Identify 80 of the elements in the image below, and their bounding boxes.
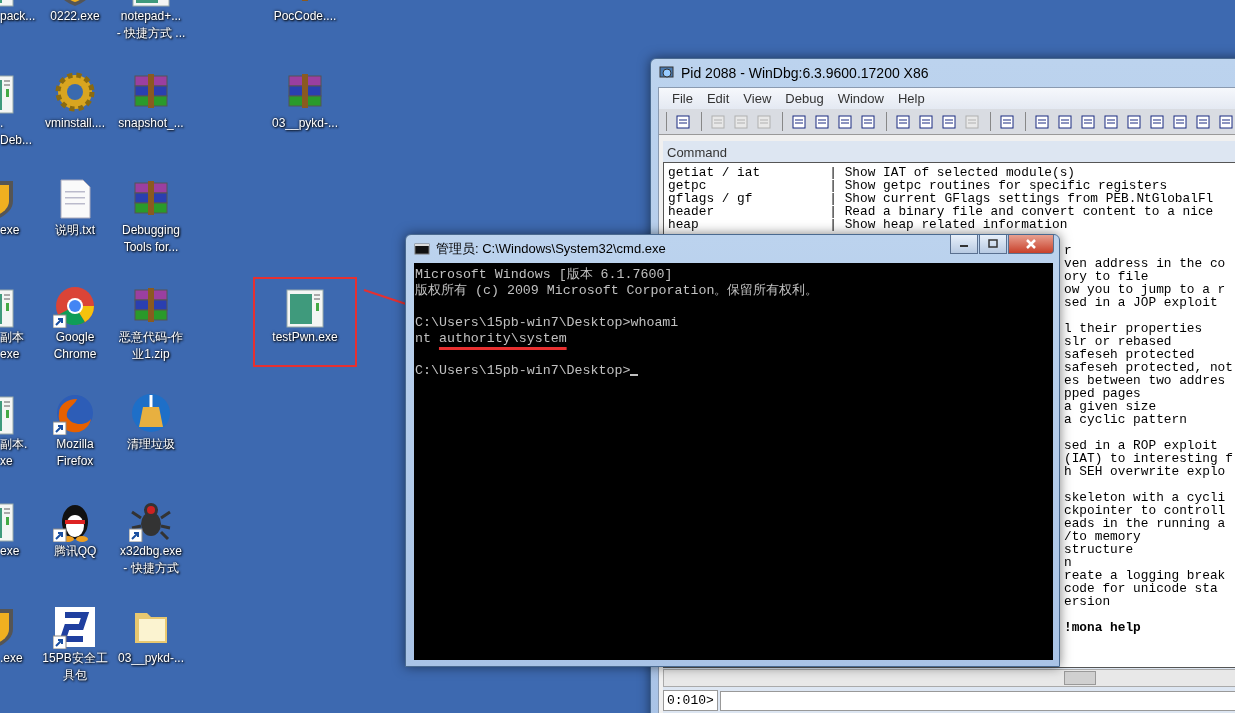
output-line: ersion xyxy=(1064,594,1111,609)
console-line: nt authority\system xyxy=(415,331,567,347)
menu-item[interactable]: Debug xyxy=(778,91,831,106)
desktop-icon-label[interactable]: 恶意代码-作 xyxy=(119,329,183,346)
desktop-icon-label[interactable]: Deb... xyxy=(0,132,32,149)
desktop-icon-label[interactable]: testPwn.exe xyxy=(272,329,338,346)
desktop-icon-label[interactable]: 具包 xyxy=(63,667,87,684)
desktop-icon-label[interactable]: 03__pykd-... xyxy=(117,650,184,667)
console-line: 版权所有 (c) 2009 Microsoft Corporation。保留所有权利。 xyxy=(415,283,819,299)
desktop-icon-label[interactable]: snapshot_... xyxy=(118,115,184,132)
desktop-icon-label[interactable]: . xyxy=(0,115,4,132)
console-line: C:\Users\15pb-win7\Desktop>whoami xyxy=(415,315,679,331)
menu-item[interactable]: File xyxy=(665,91,700,106)
output-line: ven address in the co xyxy=(1064,256,1226,271)
desktop-icon-label[interactable]: 清理垃圾 xyxy=(127,436,175,453)
output-line: reate a logging break xyxy=(1064,568,1226,583)
desktop-icon-label[interactable]: 说明.txt xyxy=(55,222,95,239)
output-line: (IAT) to interesting f xyxy=(1064,451,1233,466)
output-line: gflags / gf | Show current GFlags settings from PEB.NtGlobalFl xyxy=(668,191,1214,206)
output-line: n xyxy=(1064,555,1072,570)
desktop-icon-label[interactable]: PocCode.... xyxy=(273,8,337,25)
desktop-icon-label[interactable]: Firefox xyxy=(56,453,94,470)
desktop-icon-label[interactable]: 15PB安全工 xyxy=(42,650,108,667)
output-line: a given size xyxy=(1064,399,1157,414)
desktop-icon-label[interactable]: x32dbg.exe xyxy=(119,543,183,560)
pane-title: Command xyxy=(666,144,728,162)
menu-item[interactable]: Edit xyxy=(699,91,737,106)
desktop-icon-label[interactable]: pack... xyxy=(0,8,36,25)
desktop-icon-label[interactable]: 副本 xyxy=(0,329,24,346)
desktop-icon-label[interactable]: 腾讯QQ xyxy=(53,543,97,560)
window-title: 管理员: C:\Windows\System32\cmd.exe xyxy=(436,240,666,258)
desktop-icon-label[interactable]: 03__pykd-... xyxy=(271,115,338,132)
desktop-icon-label[interactable]: 0222.exe xyxy=(50,8,100,25)
desktop-icon-label[interactable]: - 快捷方式 xyxy=(123,560,179,577)
desktop-icon-label[interactable]: Chrome xyxy=(53,346,97,363)
output-line: es between two addres xyxy=(1064,373,1226,388)
output-line: heap | Show heap related information xyxy=(668,217,1068,232)
desktop-icon-label[interactable]: Tools for... xyxy=(123,239,179,256)
desktop-icon-label[interactable]: 业1.zip xyxy=(132,346,170,363)
desktop-icon-label[interactable]: - 快捷方式 ... xyxy=(116,25,186,42)
desktop-icon-label[interactable]: 副本. xyxy=(0,436,28,453)
output-line: a cyclic pattern xyxy=(1064,412,1187,427)
desktop-icon-label[interactable]: vminstall.... xyxy=(45,115,105,132)
output-line: ckpointer to controll xyxy=(1064,503,1226,518)
desktop-icon-label[interactable]: exe xyxy=(0,346,20,363)
output-line: eads in the running a xyxy=(1064,516,1226,531)
menu-item[interactable]: View xyxy=(736,91,779,106)
console-line: C:\Users\15pb-win7\Desktop> xyxy=(415,363,631,379)
desktop-icon-label[interactable]: Debugging xyxy=(121,222,181,239)
output-line: l their properties xyxy=(1064,321,1203,336)
console-line: Microsoft Windows [版本 6.1.7600] xyxy=(415,267,673,283)
command-prompt: 0:010> xyxy=(663,690,718,711)
output-line: r xyxy=(1064,243,1072,258)
output-line: getiat / iat | Show IAT of selected module(s) xyxy=(668,165,1075,180)
output-line: safeseh protected, not xyxy=(1064,360,1233,375)
menu-item[interactable]: Help xyxy=(890,91,932,106)
desktop-icon-label[interactable]: notepad+... xyxy=(120,8,182,25)
output-line: ow you to jump to a r xyxy=(1064,282,1226,297)
output-line: safeseh protected xyxy=(1064,347,1195,362)
output-line: /to memory xyxy=(1064,529,1141,544)
output-line: getpc | Show getpc routines for specific registers xyxy=(668,178,1168,193)
output-line: pped pages xyxy=(1064,386,1141,401)
menu-item[interactable]: Window xyxy=(830,91,891,106)
window-title: Pid 2088 - WinDbg:6.3.9600.17200 X86 xyxy=(681,65,929,81)
output-line: h SEH overwrite explo xyxy=(1064,464,1226,479)
output-line: !mona help xyxy=(1064,620,1141,635)
output-line: ory to file xyxy=(1064,269,1149,284)
output-line: slr or rebased xyxy=(1064,334,1172,349)
desktop-icon-label[interactable]: .exe xyxy=(0,650,23,667)
desktop-icon-label[interactable]: exe xyxy=(0,222,20,239)
output-line: skeleton with a cycli xyxy=(1064,490,1226,505)
output-line: code for unicode sta xyxy=(1064,581,1218,596)
output-line: structure xyxy=(1064,542,1134,557)
desktop-icon-label[interactable]: Mozilla xyxy=(56,436,94,453)
desktop-icon-label[interactable]: xe xyxy=(0,453,13,470)
desktop-icon-label[interactable]: exe xyxy=(0,543,20,560)
output-line: header | Read a binary file and convert content to a nice xyxy=(668,204,1214,219)
output-line: sed in a ROP exploit xyxy=(1064,438,1218,453)
output-line: sed in a JOP exploit xyxy=(1064,295,1218,310)
desktop-icon-label[interactable]: Google xyxy=(55,329,95,346)
